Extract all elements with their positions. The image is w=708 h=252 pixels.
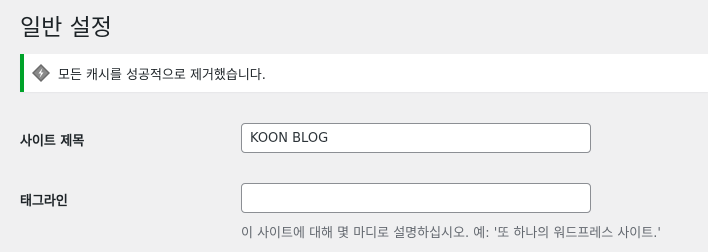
- success-notice: 모든 캐시를 성공적으로 제거했습니다.: [20, 54, 708, 92]
- site-title-input[interactable]: [241, 123, 591, 153]
- notice-message: 모든 캐시를 성공적으로 제거했습니다.: [58, 67, 266, 83]
- litespeed-diamond-icon: [30, 62, 52, 84]
- tagline-input[interactable]: [241, 183, 591, 213]
- page-title: 일반 설정: [20, 15, 112, 41]
- tagline-row: 태그라인 이 사이트에 대해 몇 마디로 설명하십시오. 예: '또 하나의 워…: [20, 182, 708, 242]
- site-title-row: 사이트 제목: [20, 122, 708, 154]
- tagline-description: 이 사이트에 대해 몇 마디로 설명하십시오. 예: '또 하나의 워드프레스 …: [241, 226, 661, 241]
- tagline-label: 태그라인: [20, 194, 68, 209]
- site-title-label: 사이트 제목: [20, 134, 85, 149]
- settings-page: 일반 설정 모든 캐시를 성공적으로 제거했습니다. 사이트 제목 태그라인 이…: [0, 0, 708, 252]
